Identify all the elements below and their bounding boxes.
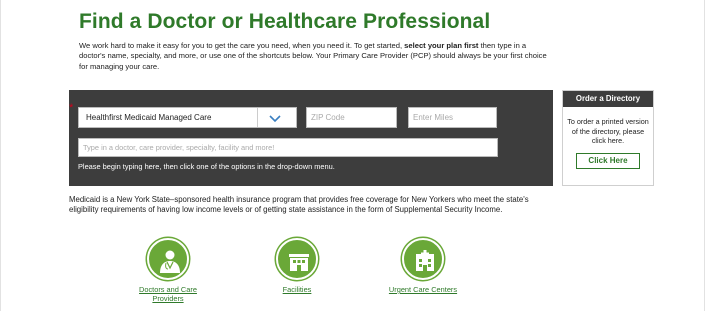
order-directory-heading: Order a Directory [563,91,653,107]
provider-search-input[interactable]: Type in a doctor, care provider, special… [78,138,498,157]
shortcut-doctors[interactable]: Doctors and Care Providers [128,238,208,303]
medicaid-description: Medicaid is a New York State–sponsored h… [69,195,529,215]
plan-select-value: Healthfirst Medicaid Managed Care [86,113,212,122]
urgent-care-icon[interactable] [402,238,444,280]
doctor-icon[interactable] [147,238,189,280]
search-hint: Please begin typing here, then click one… [78,162,335,171]
shortcut-doctors-label[interactable]: Doctors and Care Providers [128,285,208,303]
page-title: Find a Doctor or Healthcare Professional [79,10,491,33]
plan-select-divider [257,108,258,127]
intro-text-bold: select your plan first [404,41,479,50]
order-directory-box: Order a Directory To order a printed ver… [562,90,654,186]
required-marker: * [69,102,74,114]
shortcut-urgent-care[interactable]: Urgent Care Centers [378,238,468,294]
intro-text: We work hard to make it easy for you to … [79,41,549,72]
miles-input[interactable]: Enter Miles [408,107,497,128]
click-here-button[interactable]: Click Here [576,153,640,169]
zip-code-input[interactable]: ZIP Code [306,107,397,128]
chevron-down-icon[interactable] [269,112,281,124]
intro-text-part1: We work hard to make it easy for you to … [79,41,405,50]
shortcut-facilities-label[interactable]: Facilities [262,285,332,294]
shortcut-facilities[interactable]: Facilities [262,238,332,294]
order-directory-text: To order a printed version of the direct… [567,117,649,145]
building-icon[interactable] [276,238,318,280]
shortcut-urgent-care-label[interactable]: Urgent Care Centers [378,285,468,294]
plan-select[interactable]: Healthfirst Medicaid Managed Care [78,107,297,128]
